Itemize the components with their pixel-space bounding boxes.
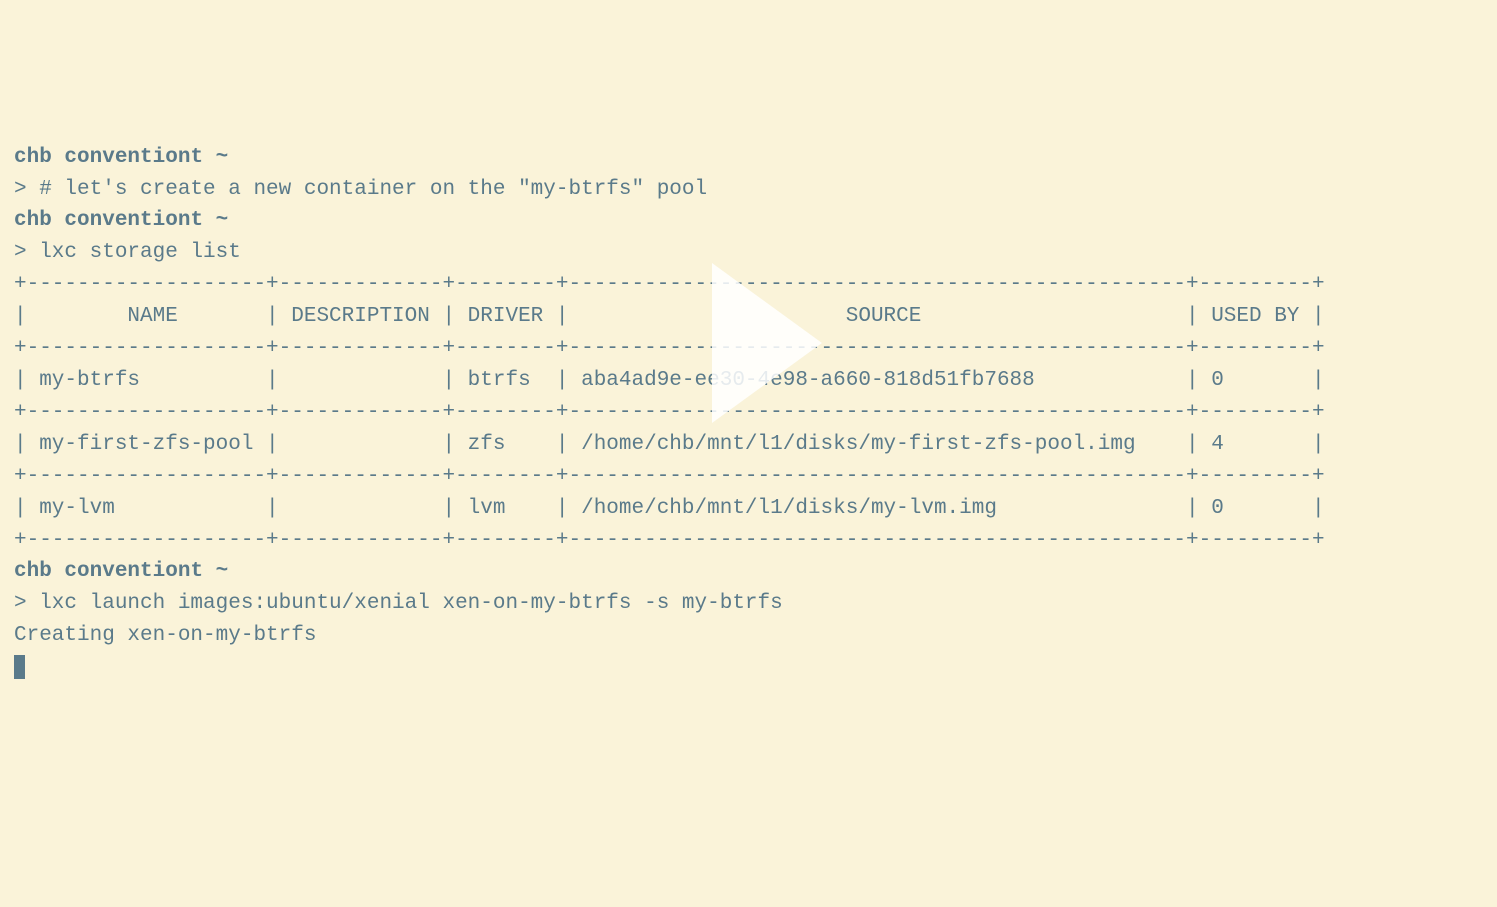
command-comment: > # let's create a new container on the … — [14, 178, 707, 201]
table-border: +-------------------+-------------+-----… — [14, 273, 1325, 296]
table-row: | my-first-zfs-pool | | zfs | /home/chb/… — [14, 433, 1325, 456]
output-creating: Creating xen-on-my-btrfs — [14, 624, 316, 647]
table-border: +-------------------+-------------+-----… — [14, 529, 1325, 552]
prompt-path: ~ — [216, 146, 229, 169]
prompt-line-1: chb conventiont ~ — [14, 146, 228, 169]
table-border: +-------------------+-------------+-----… — [14, 337, 1325, 360]
command-storage-list: > lxc storage list — [14, 241, 241, 264]
table-border: +-------------------+-------------+-----… — [14, 465, 1325, 488]
prompt-user: chb — [14, 209, 52, 232]
prompt-user: chb — [14, 560, 52, 583]
command-launch: > lxc launch images:ubuntu/xenial xen-on… — [14, 592, 783, 615]
table-border: +-------------------+-------------+-----… — [14, 401, 1325, 424]
prompt-host: conventiont — [64, 146, 203, 169]
prompt-user: chb — [14, 146, 52, 169]
prompt-host: conventiont — [64, 209, 203, 232]
table-header: | NAME | DESCRIPTION | DRIVER | SOURCE |… — [14, 305, 1325, 328]
prompt-line-2: chb conventiont ~ — [14, 209, 228, 232]
table-row: | my-lvm | | lvm | /home/chb/mnt/l1/disk… — [14, 497, 1325, 520]
table-row: | my-btrfs | | btrfs | aba4ad9e-ee30-4e9… — [14, 369, 1325, 392]
prompt-path: ~ — [216, 560, 229, 583]
terminal-output: chb conventiont ~ > # let's create a new… — [14, 142, 1483, 684]
prompt-host: conventiont — [64, 560, 203, 583]
prompt-line-3: chb conventiont ~ — [14, 560, 228, 583]
prompt-path: ~ — [216, 209, 229, 232]
cursor — [14, 655, 25, 679]
